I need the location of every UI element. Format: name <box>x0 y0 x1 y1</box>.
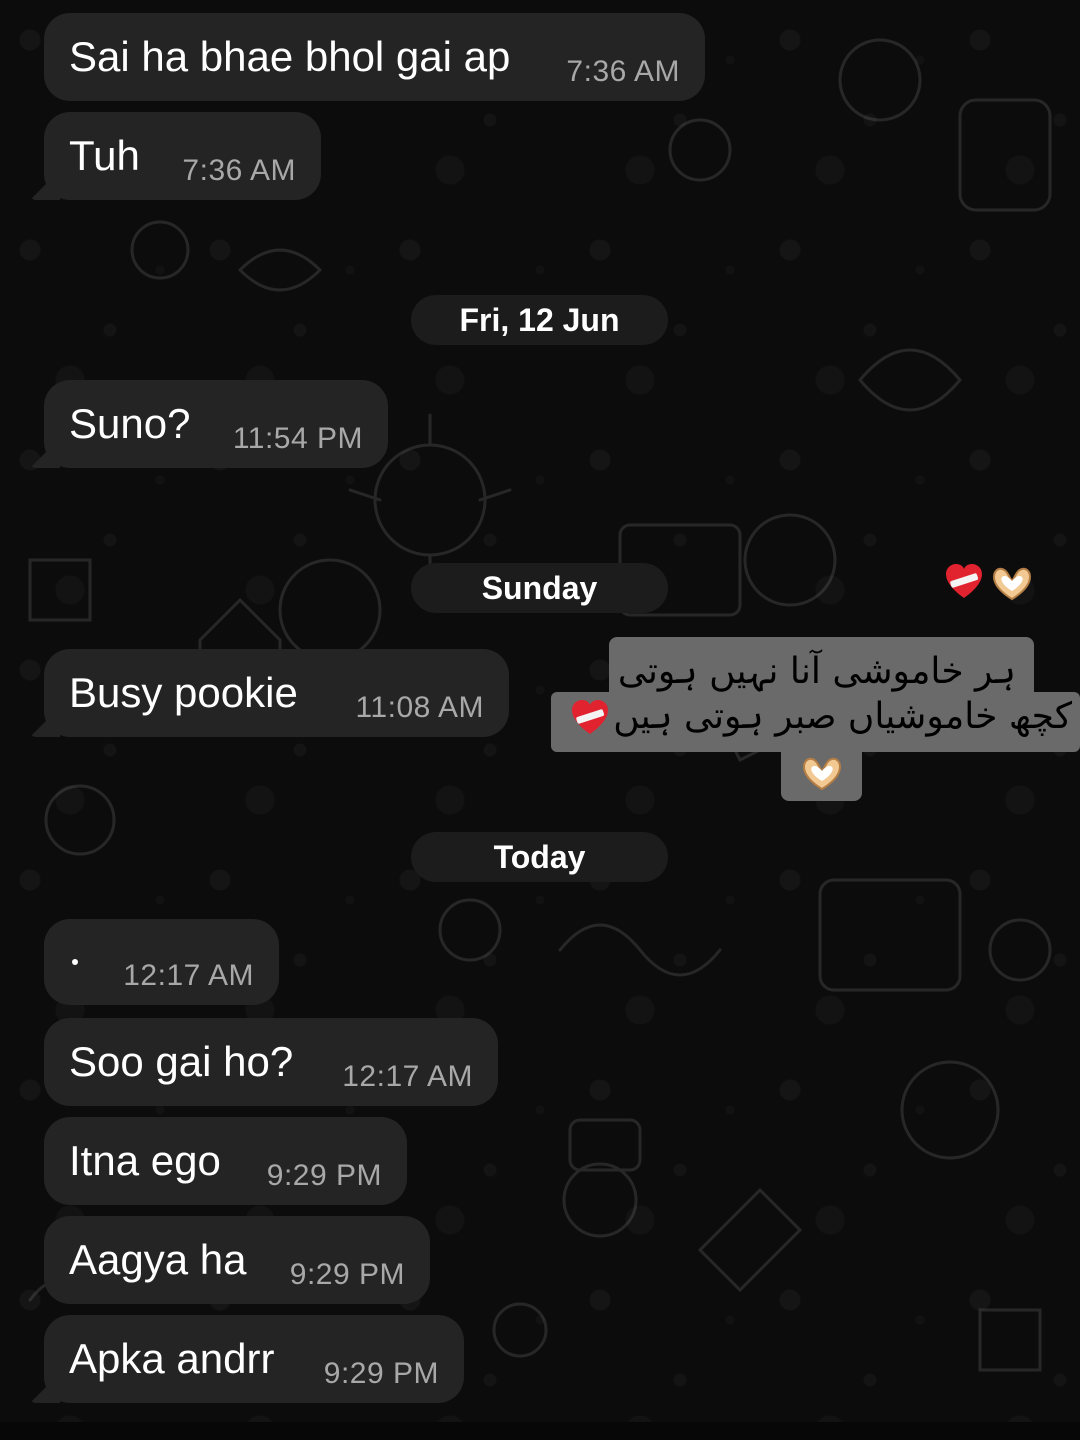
sticker-line-1: ہر خاموشی آنا نہیں ہوتی <box>609 637 1034 693</box>
message-text: Soo gai ho? <box>69 1038 294 1085</box>
heart-hands-icon <box>802 757 842 791</box>
message-text: Sai ha bhae bhol gai ap <box>69 33 511 80</box>
message-bubble[interactable]: Sai ha bhae bhol gai ap 7:36 AM <box>44 13 705 101</box>
sticker-line-2-text: کچھ خاموشیاں صبر ہوتی ہیں <box>613 696 1072 737</box>
date-separator: Fri, 12 Jun <box>411 295 668 345</box>
message-bubble[interactable]: Soo gai ho? 12:17 AM <box>44 1018 498 1106</box>
sticker-line-1-text: ہر خاموشی آنا نہیں ہوتی <box>617 651 1016 692</box>
message-timestamp: 12:17 AM <box>342 1060 473 1093</box>
message-text: Tuh <box>69 132 140 179</box>
message-timestamp: 9:29 PM <box>266 1159 382 1192</box>
message-bubble[interactable]: Apka andrr 9:29 PM <box>44 1315 464 1403</box>
message-text: Apka andrr <box>69 1335 275 1382</box>
message-dot <box>72 959 78 965</box>
mending-heart-icon <box>946 564 982 598</box>
message-text: Suno? <box>69 400 191 447</box>
mending-heart-icon <box>572 700 608 734</box>
message-text: Itna ego <box>69 1137 221 1184</box>
date-separator: Today <box>411 832 668 882</box>
message-text: Busy pookie <box>69 669 298 716</box>
message-timestamp: 11:54 PM <box>232 422 363 455</box>
date-separator: Sunday <box>411 563 668 613</box>
message-bubble[interactable]: Busy pookie 11:08 AM <box>44 649 509 737</box>
message-bubble[interactable]: Suno? 11:54 PM <box>44 380 388 468</box>
message-bubble[interactable]: Aagya ha 9:29 PM <box>44 1216 430 1304</box>
message-bubble[interactable]: 12:17 AM <box>44 919 279 1005</box>
message-timestamp: 9:29 PM <box>289 1258 405 1291</box>
message-timestamp: 12:17 AM <box>123 959 254 992</box>
sticker-line-2: کچھ خاموشیاں صبر ہوتی ہیں <box>551 692 1080 752</box>
message-timestamp: 7:36 AM <box>566 55 680 88</box>
heart-hands-icon <box>992 567 1032 601</box>
message-timestamp: 9:29 PM <box>323 1357 439 1390</box>
bottom-edge <box>0 1422 1080 1440</box>
message-timestamp: 7:36 AM <box>182 154 296 187</box>
message-bubble[interactable]: Tuh 7:36 AM <box>44 112 321 200</box>
message-text: Aagya ha <box>69 1236 247 1283</box>
message-timestamp: 11:08 AM <box>355 691 484 724</box>
message-bubble[interactable]: Itna ego 9:29 PM <box>44 1117 407 1205</box>
